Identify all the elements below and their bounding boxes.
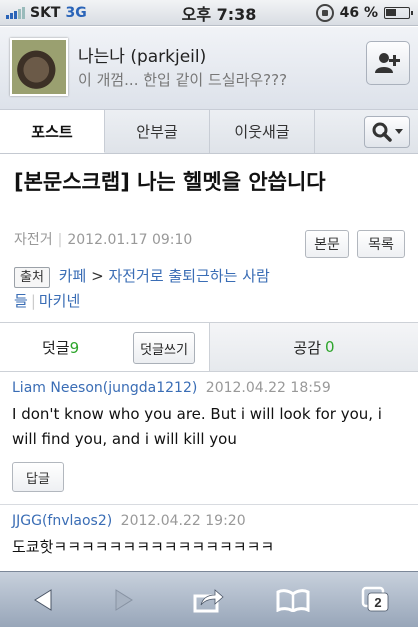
profile-header: 나는나 (parkjeil) 이 개껌... 한입 같이 드실라우??? xyxy=(0,27,418,110)
tab-count: 2 xyxy=(375,595,382,610)
tab-neighbor-posts[interactable]: 이웃새글 xyxy=(210,110,315,153)
forward-button[interactable] xyxy=(100,580,150,620)
source-badge: 출처 xyxy=(14,267,50,288)
comment-item: JJGG(fnvlaos2) 2012.04.22 19:20 도쿄핫ㅋㅋㅋㅋㅋ… xyxy=(0,505,418,560)
post-meta: 자전거 | 2012.01.17 09:10 xyxy=(14,232,193,248)
write-comment-button[interactable]: 덧글쓰기 xyxy=(133,332,195,364)
source-arrow: > xyxy=(91,267,104,285)
add-person-icon xyxy=(375,53,400,73)
likes-label: 공감 xyxy=(293,338,322,357)
post-category[interactable]: 자전거 xyxy=(14,232,53,248)
comment-author[interactable]: JJGG(fnvlaos2) xyxy=(12,513,112,529)
post-source: 출처 카페 > 자전거로 출퇴근하는 사람들 | 마키넨 xyxy=(14,267,270,310)
browser-toolbar: 2 xyxy=(0,571,418,627)
avatar[interactable] xyxy=(10,38,68,96)
battery-icon xyxy=(384,6,413,19)
comment-bar: 덧글9 덧글쓰기 공감 0 xyxy=(0,322,418,372)
tab-guestbook[interactable]: 안부글 xyxy=(105,110,210,153)
network-label: 3G xyxy=(65,4,87,21)
comment-text: 도쿄핫ㅋㅋㅋㅋㅋㅋㅋㅋㅋㅋㅋㅋㅋㅋㅋㅋ xyxy=(12,538,275,556)
comment-author[interactable]: Liam Neeson(jungda1212) xyxy=(12,380,197,396)
search-button[interactable] xyxy=(364,116,410,148)
comments-count: 9 xyxy=(69,338,80,357)
comments-tab[interactable]: 덧글9 덧글쓰기 xyxy=(0,323,209,371)
comment-text: I don't know who you are. But i will loo… xyxy=(12,405,382,448)
add-neighbor-button[interactable] xyxy=(366,41,410,85)
source-author-link[interactable]: 마키넨 xyxy=(39,292,80,310)
reply-button[interactable]: 답글 xyxy=(12,462,64,492)
share-button[interactable] xyxy=(184,580,234,620)
clock: 오후 7:38 xyxy=(181,4,257,24)
signal-icon xyxy=(6,6,25,19)
rotation-lock-icon xyxy=(315,3,334,22)
comment-header: Liam Neeson(jungda1212) 2012.04.22 18:59 xyxy=(12,380,406,396)
bookmarks-icon xyxy=(276,588,310,612)
profile-status-message: 이 개껌... 한입 같이 드실라우??? xyxy=(78,71,288,89)
tabs-icon: 2 xyxy=(361,586,389,611)
bookmarks-button[interactable] xyxy=(268,580,318,620)
profile-name[interactable]: 나는나 (parkjeil) xyxy=(78,42,206,67)
comment-item: Liam Neeson(jungda1212) 2012.04.22 18:59… xyxy=(0,372,418,505)
likes-count: 0 xyxy=(325,338,335,356)
post-date: 2012.01.17 09:10 xyxy=(67,232,193,248)
post-title: [본문스크랩] 나는 헬멧을 안씁니다 xyxy=(14,170,326,194)
chevron-down-icon xyxy=(394,129,403,134)
tab-bar: 포스트 안부글 이웃새글 xyxy=(0,110,418,154)
list-button[interactable]: 목록 xyxy=(357,230,405,258)
comment-date: 2012.04.22 19:20 xyxy=(120,513,246,529)
back-icon xyxy=(33,588,52,611)
comment-header: JJGG(fnvlaos2) 2012.04.22 19:20 xyxy=(12,513,406,529)
tab-posts[interactable]: 포스트 xyxy=(0,110,105,153)
likes-tab[interactable]: 공감 0 xyxy=(209,323,418,371)
body-button[interactable]: 본문 xyxy=(305,230,349,258)
comment-list: Liam Neeson(jungda1212) 2012.04.22 18:59… xyxy=(0,372,418,560)
share-icon xyxy=(193,588,224,612)
tabs-button[interactable]: 2 xyxy=(351,580,401,620)
carrier-label: SKT xyxy=(30,4,61,21)
search-icon xyxy=(372,122,392,142)
back-button[interactable] xyxy=(17,580,67,620)
comments-label: 덧글9 xyxy=(42,338,80,357)
comment-date: 2012.04.22 18:59 xyxy=(205,380,331,396)
battery-percent: 46 % xyxy=(339,4,378,21)
status-bar: SKT 3G 오후 7:38 46 % xyxy=(0,0,418,26)
status-right: 46 % xyxy=(288,3,418,22)
forward-icon xyxy=(115,588,134,611)
status-left: SKT 3G xyxy=(0,5,150,21)
source-type-link[interactable]: 카페 xyxy=(59,267,87,285)
battery-fill xyxy=(386,8,396,16)
